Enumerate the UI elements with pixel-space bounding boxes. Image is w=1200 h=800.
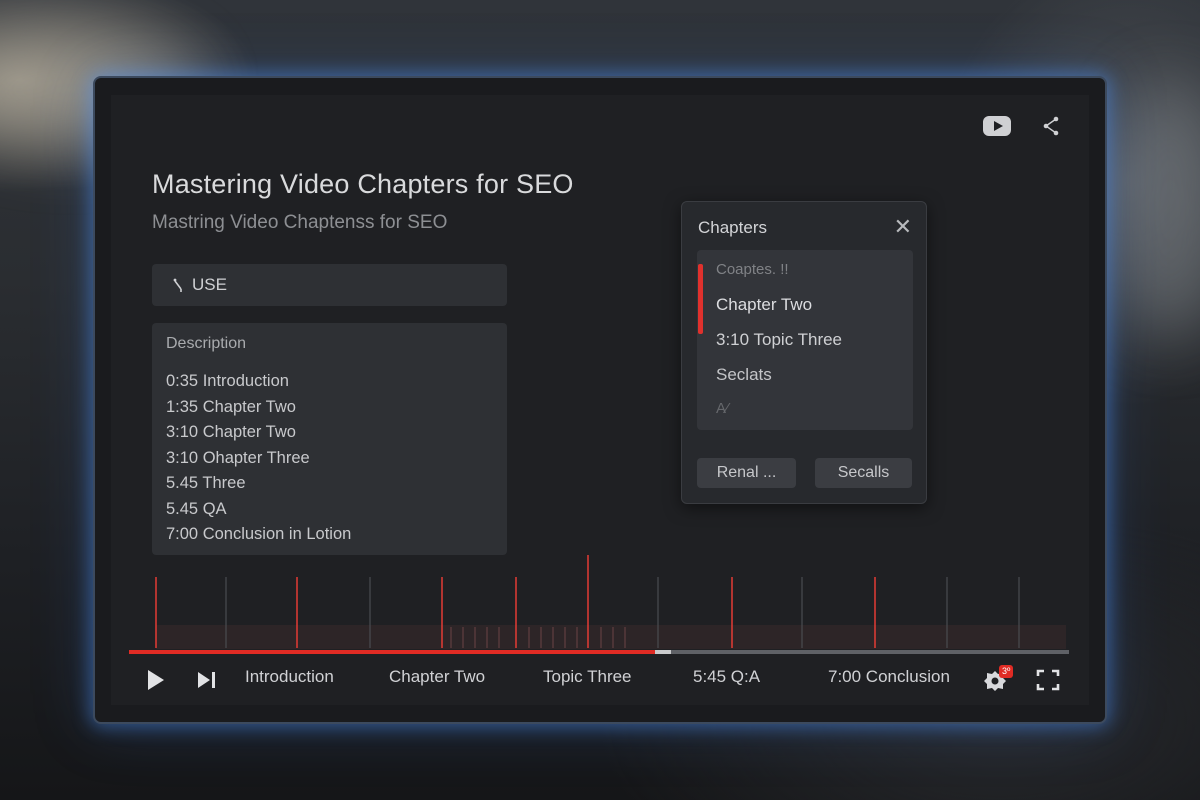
progress-buffered xyxy=(655,650,672,654)
next-icon[interactable] xyxy=(196,671,218,689)
description-line[interactable]: 5.45 QA xyxy=(166,497,493,523)
close-icon[interactable]: ✕ xyxy=(894,214,912,240)
search-text: USE xyxy=(192,275,227,294)
video-subtitle: Mastring Video Chaptenss for SEO xyxy=(152,212,448,233)
progress-bar[interactable] xyxy=(129,650,1069,654)
fullscreen-icon[interactable] xyxy=(1036,669,1060,691)
chapter-item[interactable]: Chapter Two xyxy=(716,295,812,315)
player-top-icons xyxy=(983,115,1061,137)
chapter-item[interactable]: A⁄ xyxy=(716,400,729,417)
youtube-icon[interactable] xyxy=(983,116,1011,136)
description-line[interactable]: 7:00 Conclusion in Lotion xyxy=(166,522,493,548)
chapter-timeline xyxy=(155,555,1066,649)
share-icon[interactable] xyxy=(1041,115,1061,137)
chapter-item[interactable]: 3:10 Topic Three xyxy=(716,330,842,350)
chapter-panel-button[interactable]: Secalls xyxy=(815,458,912,488)
chapter-item[interactable]: Coaptes. !! xyxy=(716,261,789,278)
chapter-label[interactable]: Introduction xyxy=(245,667,334,687)
chapter-item[interactable]: Seclats xyxy=(716,365,772,385)
chapter-label[interactable]: 5:45 Q:A xyxy=(693,667,760,687)
chapter-label[interactable]: Topic Three xyxy=(543,667,632,687)
description-line[interactable]: 3:10 Ohapter Three xyxy=(166,446,493,472)
player-controls: Introduction Chapter Two Topic Three 5:4… xyxy=(111,663,1089,703)
settings-button[interactable]: 3º xyxy=(983,665,1017,695)
description-line[interactable]: 5.45 Three xyxy=(166,471,493,497)
video-title: Mastering Video Chapters for SEO xyxy=(152,169,574,199)
play-icon[interactable] xyxy=(146,669,166,691)
chapter-label[interactable]: Chapter Two xyxy=(389,667,485,687)
description-label: Description xyxy=(166,335,247,352)
settings-badge: 3º xyxy=(999,665,1014,678)
description-line[interactable]: 3:10 Chapter Two xyxy=(166,420,493,446)
description-box: Description 0:35 Introduction 1:35 Chapt… xyxy=(152,323,507,555)
search-input[interactable]: USE xyxy=(152,264,507,306)
description-line[interactable]: 1:35 Chapter Two xyxy=(166,395,493,421)
chapters-panel: Chapters ✕ Coaptes. !! Chapter Two 3:10 … xyxy=(681,201,927,504)
video-player: Mastering Video Chapters for SEO Mastrin… xyxy=(111,95,1089,705)
current-chapter-indicator xyxy=(698,264,703,334)
search-icon xyxy=(173,278,182,292)
chapters-list: Coaptes. !! Chapter Two 3:10 Topic Three… xyxy=(697,250,913,430)
progress-played xyxy=(129,650,656,654)
timeline-track xyxy=(156,625,1066,649)
background-window xyxy=(1110,80,1200,340)
chapter-panel-button[interactable]: Renal ... xyxy=(697,458,796,488)
chapter-label[interactable]: 7:00 Conclusion xyxy=(828,667,950,687)
chapters-panel-title: Chapters xyxy=(698,218,767,237)
description-line[interactable]: 0:35 Introduction xyxy=(166,369,493,395)
